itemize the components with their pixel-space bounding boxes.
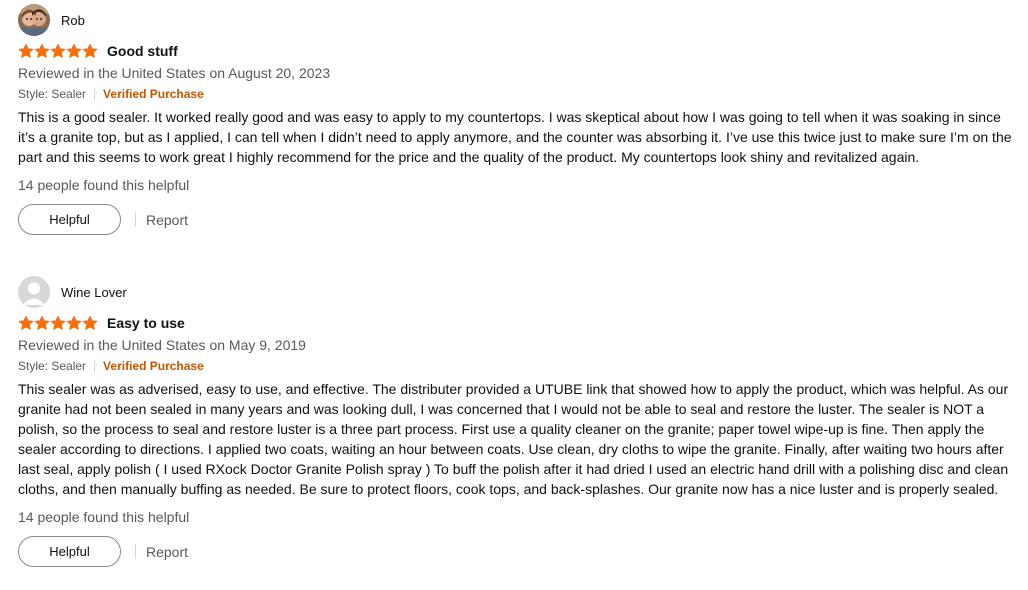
report-link[interactable]: Report [146, 212, 188, 228]
reviewer-profile[interactable]: Rob [18, 4, 1018, 36]
review-title-row: Good stuff [18, 41, 1018, 61]
verified-purchase-badge: Verified Purchase [103, 359, 204, 373]
review-date: Reviewed in the United States on August … [18, 65, 331, 81]
review-card: Rob Good stuff Reviewed in the United St… [18, 4, 1018, 235]
star-icon [50, 43, 66, 59]
star-icon [66, 315, 82, 331]
verified-purchase-badge: Verified Purchase [103, 87, 204, 101]
review-actions: Helpful Report [18, 536, 1018, 567]
review-body: This is a good sealer. It worked really … [18, 109, 1012, 165]
default-user-icon [18, 276, 50, 308]
review-card: Wine Lover Easy to use Reviewed in the U… [18, 276, 1018, 567]
star-icon [50, 315, 66, 331]
helpful-button[interactable]: Helpful [18, 204, 121, 235]
review-body: This sealer was as adverised, easy to us… [18, 381, 1009, 497]
avatar[interactable] [18, 276, 50, 308]
helpful-count: 14 people found this helpful [18, 177, 190, 193]
reviewer-profile[interactable]: Wine Lover [18, 276, 1018, 308]
review-meta: Style: Sealer Verified Purchase [18, 85, 1018, 103]
report-link[interactable]: Report [146, 544, 188, 560]
avatar[interactable] [18, 4, 50, 36]
star-rating[interactable] [18, 43, 98, 59]
star-icon [34, 43, 50, 59]
divider [135, 212, 136, 227]
review-title[interactable]: Easy to use [107, 315, 185, 331]
divider [135, 544, 136, 559]
star-icon [66, 43, 82, 59]
profile-name[interactable]: Rob [61, 13, 85, 28]
star-icon [18, 43, 34, 59]
helpful-button[interactable]: Helpful [18, 536, 121, 567]
star-icon [82, 315, 98, 331]
review-actions: Helpful Report [18, 204, 1018, 235]
review-date: Reviewed in the United States on May 9, … [18, 337, 306, 353]
review-meta: Style: Sealer Verified Purchase [18, 357, 1018, 375]
divider [94, 87, 96, 101]
star-icon [18, 315, 34, 331]
star-rating[interactable] [18, 315, 98, 331]
helpful-count: 14 people found this helpful [18, 509, 190, 525]
divider [94, 359, 96, 373]
product-style: Style: Sealer [18, 87, 87, 101]
review-title-row: Easy to use [18, 313, 1018, 333]
star-icon [34, 315, 50, 331]
profile-photo-icon [18, 4, 50, 36]
product-style: Style: Sealer [18, 359, 87, 373]
review-title[interactable]: Good stuff [107, 43, 178, 59]
star-icon [82, 43, 98, 59]
profile-name[interactable]: Wine Lover [61, 285, 127, 300]
